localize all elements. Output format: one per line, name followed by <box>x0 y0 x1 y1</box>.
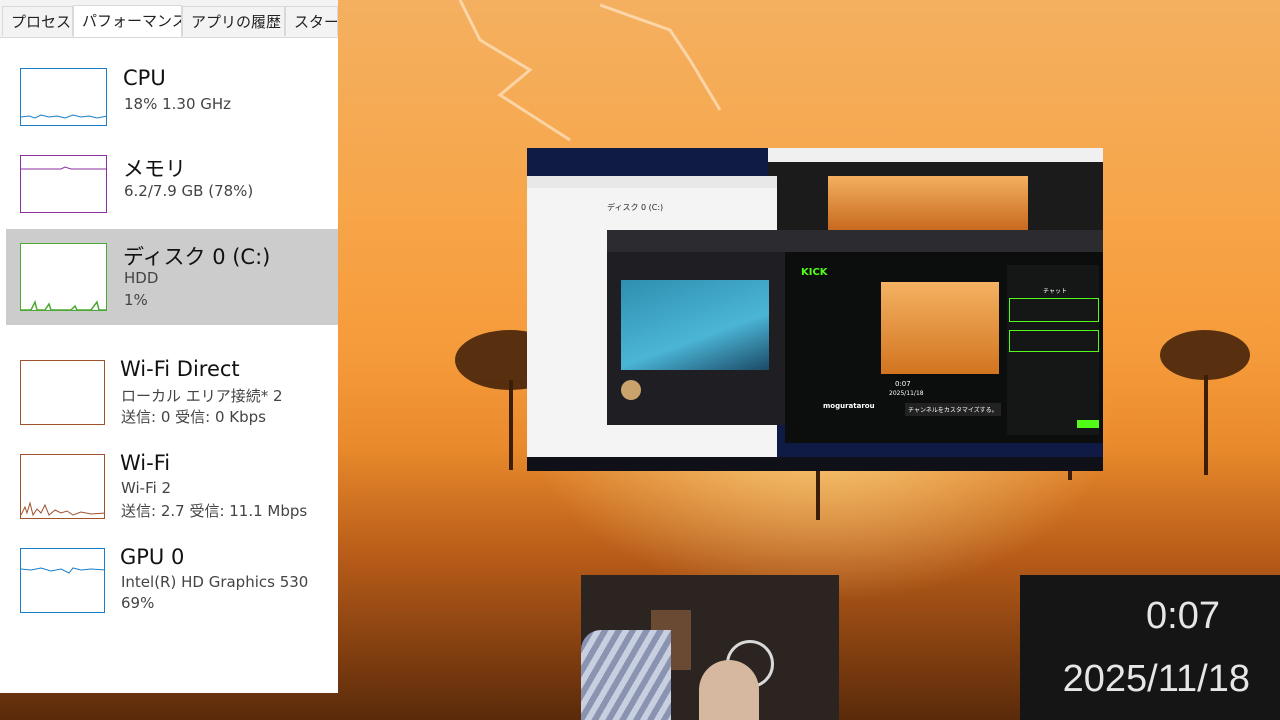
thumb-taskbar <box>527 457 1103 471</box>
gpu-graph <box>20 548 105 613</box>
wifi-direct-throughput: 送信: 0 受信: 0 Kbps <box>121 408 266 426</box>
thumb-date: 2025/11/18 <box>889 390 924 397</box>
stream-clock-overlay: 0:07 2025/11/18 <box>1020 575 1280 720</box>
overlay-time: 0:07 <box>1146 595 1220 637</box>
thumb-customize: チャンネルをカスタマイズする。 <box>905 403 1001 416</box>
wifi-throughput: 送信: 2.7 受信: 11.1 Mbps <box>121 502 308 520</box>
overlay-date: 2025/11/18 <box>1062 658 1250 700</box>
media-window <box>768 148 1103 230</box>
wifi-direct-title: Wi-Fi Direct <box>120 357 240 381</box>
disk-title: ディスク 0 (C:) <box>123 245 271 269</box>
memory-title: メモリ <box>123 157 186 181</box>
disk-type: HDD <box>124 269 159 287</box>
wifi-title: Wi-Fi <box>120 451 171 475</box>
memory-graph <box>20 155 107 213</box>
cpu-graph <box>20 68 107 126</box>
disk-usage: 1% <box>124 291 148 309</box>
tab-processes[interactable]: プロセス <box>2 6 73 36</box>
cpu-title: CPU <box>123 66 166 90</box>
wifi-graph <box>20 454 105 519</box>
wifi-direct-adapter: ローカル エリア接続* 2 <box>121 387 283 405</box>
thumb-disk-title: ディスク 0 (C:) <box>607 203 664 212</box>
screen-capture-thumbnail[interactable]: ディスク 0 (C:) KICK 0:07 2025/11/18 mogurat… <box>527 148 1103 471</box>
wifi-direct-graph <box>20 360 105 425</box>
wifi-adapter: Wi-Fi 2 <box>121 479 172 497</box>
webcam-feed <box>581 575 839 720</box>
perf-item-gpu[interactable]: GPU 0 Intel(R) HD Graphics 530 69% <box>6 540 338 620</box>
perf-item-cpu[interactable]: CPU 18% 1.30 GHz <box>6 60 338 135</box>
thumb-time: 0:07 <box>895 380 911 388</box>
memory-usage: 6.2/7.9 GB (78%) <box>124 182 254 200</box>
cpu-usage: 18% 1.30 GHz <box>124 95 232 113</box>
perf-item-wifi-direct[interactable]: Wi-Fi Direct ローカル エリア接続* 2 送信: 0 受信: 0 K… <box>6 352 338 432</box>
twitch-browser-thumb <box>607 230 785 425</box>
disk-graph <box>20 243 107 311</box>
gpu-title: GPU 0 <box>120 545 185 569</box>
tab-app-history[interactable]: アプリの履歴 <box>182 6 285 36</box>
gpu-model: Intel(R) HD Graphics 530 <box>121 573 309 591</box>
kick-browser-thumb: KICK 0:07 2025/11/18 moguratarou チャンネルをカ… <box>785 230 1103 443</box>
perf-item-wifi[interactable]: Wi-Fi Wi-Fi 2 送信: 2.7 受信: 11.1 Mbps <box>6 446 338 526</box>
tab-startup[interactable]: スタート <box>285 6 338 36</box>
lightning-streak <box>458 0 722 142</box>
task-manager-panel: プロセス パフォーマンス アプリの履歴 スタート CPU 18% 1.30 GH… <box>0 0 338 693</box>
tree-silhouette <box>1160 330 1250 480</box>
tab-performance[interactable]: パフォーマンス <box>73 5 182 37</box>
perf-item-memory[interactable]: メモリ 6.2/7.9 GB (78%) <box>6 147 338 222</box>
thumb-username: moguratarou <box>823 402 875 410</box>
tree-silhouette <box>760 470 880 560</box>
kick-logo: KICK <box>801 267 828 278</box>
task-manager-tabs: プロセス パフォーマンス アプリの履歴 スタート <box>0 0 338 38</box>
thumb-chat-label: チャット <box>1043 288 1067 295</box>
gpu-usage: 69% <box>121 594 155 612</box>
perf-item-disk[interactable]: ディスク 0 (C:) HDD 1% <box>6 229 338 325</box>
